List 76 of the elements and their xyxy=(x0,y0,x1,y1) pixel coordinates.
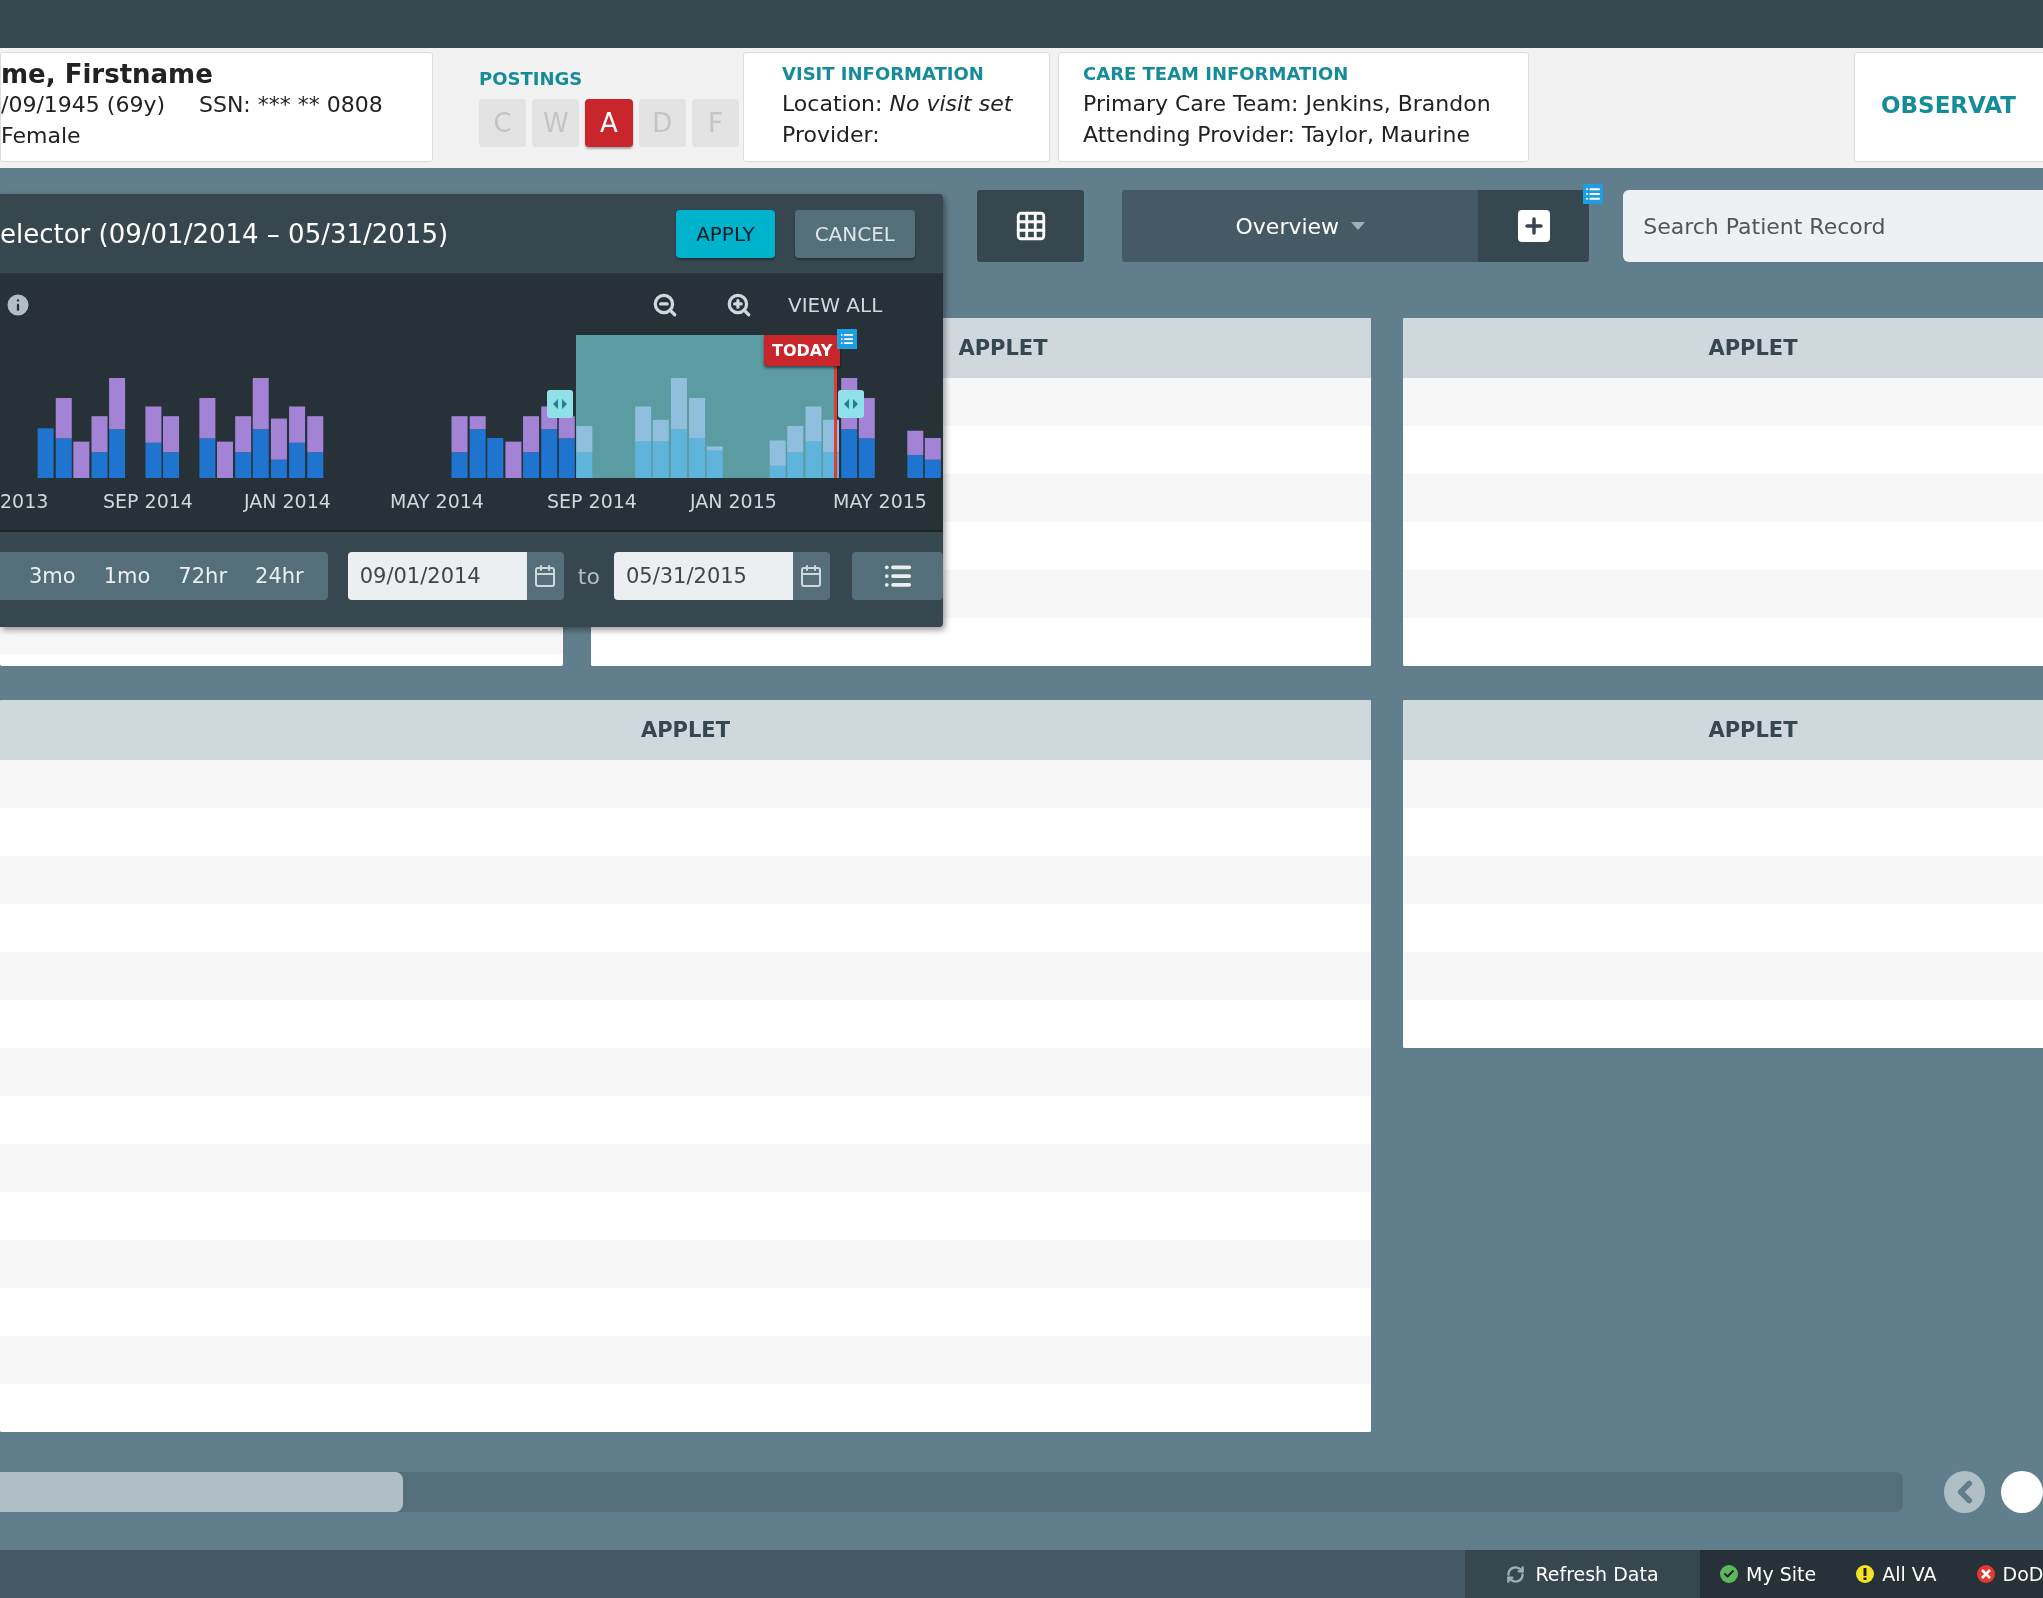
stacked-bar xyxy=(541,406,558,478)
grid-view-button[interactable] xyxy=(977,190,1085,262)
date-selector-title: elector (09/01/2014 – 05/31/2015) xyxy=(0,218,450,249)
stacked-bar xyxy=(635,406,652,478)
zoom-in-icon[interactable] xyxy=(726,292,752,318)
zoom-out-icon[interactable] xyxy=(652,292,678,318)
applet-title: APPLET xyxy=(1403,700,2043,760)
observation-title: OBSERVAT xyxy=(1881,92,2017,118)
care-team-line: Primary Care Team: Jenkins, Brandon xyxy=(1083,90,1492,118)
patient-dob: /09/1945 (69y) xyxy=(1,91,165,119)
stacked-bar xyxy=(307,416,324,478)
workspace-dropdown[interactable]: Overview xyxy=(1122,190,1479,262)
visit-title: VISIT INFORMATION xyxy=(782,63,985,84)
range-handle[interactable] xyxy=(547,390,573,418)
caret-icon xyxy=(1351,222,1366,230)
patient-name: me, Firstname xyxy=(1,59,214,89)
site-status-label: My Site xyxy=(1746,1563,1817,1585)
postings-title: POSTINGS xyxy=(479,68,584,89)
add-button[interactable] xyxy=(1478,190,1590,262)
visit-info-line: Location: No visit set xyxy=(782,90,1011,118)
applet-title: APPLET xyxy=(0,700,1371,760)
refresh-icon xyxy=(1506,1564,1526,1584)
range-button[interactable]: 3mo xyxy=(15,552,90,600)
range-button[interactable]: 24hr xyxy=(241,552,318,600)
note-icon[interactable] xyxy=(1583,184,1604,204)
visit-card[interactable]: VISIT INFORMATION Location: No visit set Provider: xyxy=(743,52,1050,162)
stacked-bar xyxy=(163,416,180,478)
range-handle[interactable] xyxy=(838,390,864,418)
refresh-button[interactable]: Refresh Data xyxy=(1465,1550,1700,1598)
calendar-icon[interactable] xyxy=(792,552,831,600)
range-button[interactable]: 1mo xyxy=(89,552,165,600)
axis-label: SEP 2014 xyxy=(103,490,193,512)
stacked-bar xyxy=(769,440,786,478)
apply-button[interactable]: APPLY xyxy=(676,209,775,258)
stacked-bar xyxy=(289,406,306,478)
stacked-bar xyxy=(805,406,822,478)
horizontal-scrollbar[interactable] xyxy=(0,1472,1903,1512)
care-team-line: Attending Provider: Taylor, Maurine xyxy=(1083,121,1471,149)
stacked-bar xyxy=(787,425,804,478)
axis-label: JAN 2014 xyxy=(244,490,331,512)
axis-label: SEP 2014 xyxy=(547,490,637,512)
calendar-icon[interactable] xyxy=(526,552,564,600)
stacked-bar xyxy=(451,416,468,478)
stacked-bar xyxy=(924,438,941,478)
search-field[interactable]: Search Patient Record xyxy=(1623,190,2043,262)
stacked-bar xyxy=(576,425,593,478)
patient-gender: Female xyxy=(1,122,82,150)
view-all-button[interactable]: VIEW ALL xyxy=(788,293,883,317)
list-view-button[interactable] xyxy=(852,552,943,600)
visit-info-line: Provider: xyxy=(782,121,881,149)
scrollbar-thumb[interactable] xyxy=(0,1472,403,1512)
axis-label: MAY 2014 xyxy=(390,490,484,512)
patient-card[interactable]: me, Firstname /09/1945 (69y) SSN: *** ** 0808 Female xyxy=(0,52,433,162)
stacked-bar xyxy=(558,416,575,478)
stacked-bar xyxy=(145,406,162,478)
applet-title: APPLET xyxy=(1403,318,2043,378)
site-status-label: DoD xyxy=(2002,1563,2043,1585)
to-label: to xyxy=(577,563,600,589)
stacked-bar xyxy=(907,430,924,478)
plus-icon xyxy=(1517,210,1550,242)
site-status-label: All VA xyxy=(1882,1563,1937,1585)
observation-card[interactable]: OBSERVAT xyxy=(1854,52,2043,162)
axis-label: JAN 2015 xyxy=(690,490,777,512)
today-marker: TODAY xyxy=(764,335,841,366)
axis-label: MAY 2015 xyxy=(833,490,927,512)
axis-label: 2013 xyxy=(0,490,49,512)
cancel-button[interactable]: CANCEL xyxy=(794,209,915,258)
care-team-title: CARE TEAM INFORMATION xyxy=(1083,63,1350,84)
posting-button[interactable]: A xyxy=(585,99,633,147)
care-team-card[interactable]: CARE TEAM INFORMATION Primary Care Team: Jenkins, Brandon Attending Provider: Taylor, Maurine xyxy=(1058,52,1529,162)
info-icon[interactable] xyxy=(4,291,32,319)
previous-button[interactable] xyxy=(1943,1471,1986,1513)
next-button[interactable] xyxy=(2001,1471,2043,1513)
patient-ssn: SSN: *** ** 0808 xyxy=(199,91,383,119)
note-icon[interactable] xyxy=(837,329,857,349)
range-button[interactable]: 72hr xyxy=(164,552,241,600)
